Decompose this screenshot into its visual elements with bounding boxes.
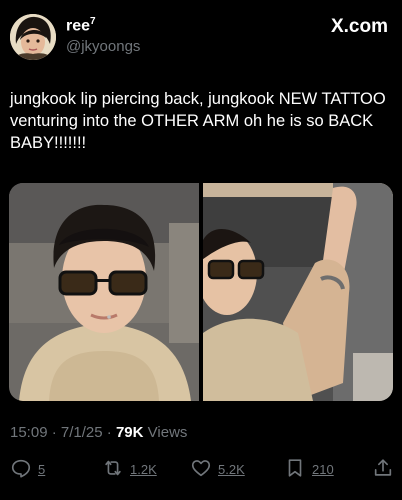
photo-left[interactable] bbox=[9, 183, 199, 401]
tweet-date[interactable]: 7/1/25 bbox=[61, 424, 103, 441]
reply-count: 5 bbox=[38, 461, 46, 477]
share-icon bbox=[372, 457, 394, 482]
tweet-text: jungkook lip piercing back, jungkook NEW… bbox=[10, 90, 386, 152]
separator: · bbox=[106, 424, 112, 441]
brand-logo: X.com bbox=[330, 16, 388, 37]
separator: · bbox=[51, 424, 57, 441]
tweet-header: ree7 @jkyoongs X.com bbox=[0, 0, 402, 80]
bookmark-icon bbox=[284, 457, 306, 482]
tweet-meta: 15:09 · 7/1/25 · 79K Views bbox=[10, 424, 187, 441]
handle[interactable]: @jkyoongs bbox=[66, 38, 140, 55]
views-label: Views bbox=[147, 424, 188, 441]
reply-button[interactable]: 5 bbox=[10, 456, 45, 482]
tweet-time[interactable]: 15:09 bbox=[10, 424, 48, 441]
avatar[interactable] bbox=[10, 14, 56, 60]
media-grid[interactable] bbox=[9, 183, 393, 401]
repost-button[interactable]: 1.2K bbox=[102, 456, 157, 482]
bookmark-button[interactable]: 210 bbox=[284, 456, 334, 482]
reply-icon bbox=[10, 457, 32, 482]
bookmark-count: 210 bbox=[312, 461, 334, 477]
views-count: 79K bbox=[115, 424, 144, 441]
share-button[interactable] bbox=[372, 456, 394, 482]
photo-right[interactable] bbox=[197, 183, 393, 401]
heart-icon bbox=[190, 457, 212, 482]
action-bar: 5 1.2K 5.2K 210 bbox=[0, 456, 402, 484]
display-name[interactable]: ree7 bbox=[66, 16, 96, 35]
like-button[interactable]: 5.2K bbox=[190, 456, 245, 482]
repost-count: 1.2K bbox=[130, 461, 157, 477]
like-count: 5.2K bbox=[218, 461, 245, 477]
repost-icon bbox=[102, 457, 124, 482]
